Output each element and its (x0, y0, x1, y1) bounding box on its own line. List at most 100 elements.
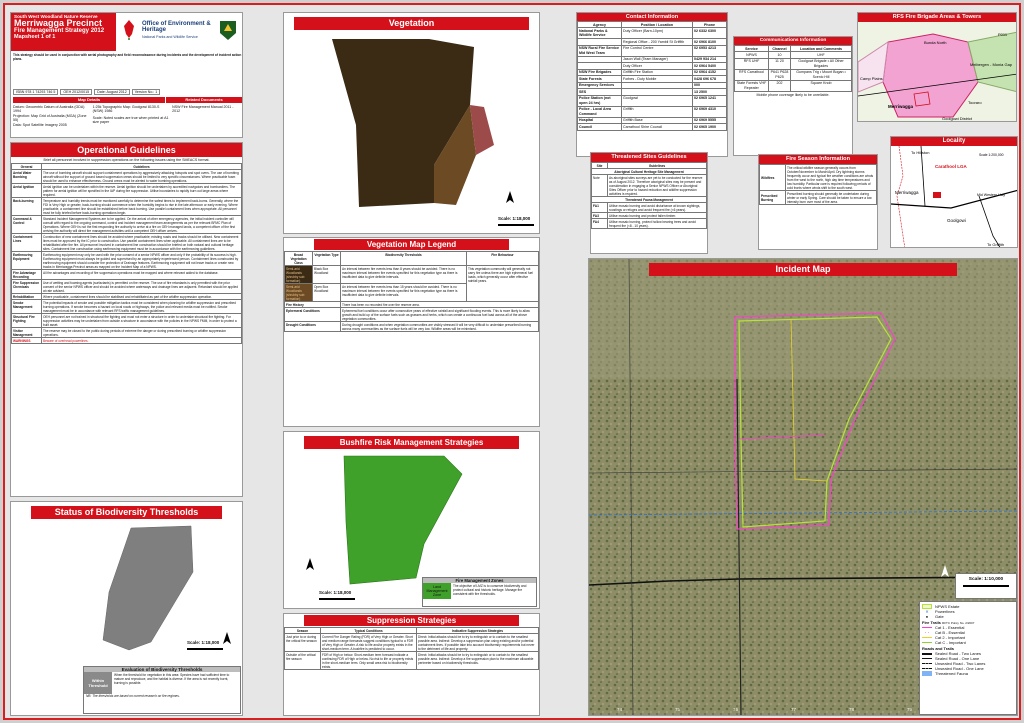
biodiversity-panel: Status of Biodiversity Thresholds Scale:… (10, 501, 243, 716)
gate-icon: ● (925, 614, 929, 619)
rfs-label: P011 (998, 32, 1008, 37)
veg-type-cell: Black Box Woodland (312, 265, 341, 284)
rfs-label: Tooraro (968, 100, 982, 105)
comms-service: State Forests VHF Repeater (734, 79, 769, 92)
suppression-row: Just prior to or during the critical fir… (284, 633, 539, 652)
threatened-rows: FA1 Utilise mosaic burning and avoid dist… (591, 202, 707, 229)
road-line (920, 146, 926, 207)
operational-key: WARNINGS (11, 337, 42, 345)
operational-value: Standard Incident Management Systems are… (41, 215, 242, 235)
ephemeral-value: Ephemeral fuel conditions occur after co… (340, 307, 539, 322)
wildfires-key: Wildfires (759, 164, 786, 191)
fire-season-panel: Fire Season Information Wildfires The cr… (758, 154, 878, 250)
datum: Datum: Geocentric Datum of Australia (GD… (13, 105, 85, 114)
contact-row: Council Carrathool Shire Council 02 6965 1… (577, 123, 727, 131)
title-block: South West Woodland Nature Reserve Merri… (10, 12, 243, 138)
veg-legend-table: Broad Vegetation Class Vegetation Type B… (284, 251, 539, 332)
rfs-map: Bunda North P011 Melbergen - Monia Gap C… (858, 22, 1016, 121)
locality-label: To Hillston (911, 150, 929, 155)
north-arrow-icon (306, 558, 314, 570)
biodiversity-title: Status of Biodiversity Thresholds (31, 506, 222, 519)
sealed1-swatch (922, 658, 932, 659)
threatened-site: FA4 (591, 218, 608, 229)
operational-value: All fire advantages and recording of fir… (41, 269, 242, 281)
catb-swatch (922, 631, 932, 634)
veg-col-class: Broad Vegetation Class (284, 251, 313, 266)
operational-row: Visitor Management The reserve may be clo… (11, 327, 242, 339)
legend-item: ● Gate (922, 614, 1014, 619)
road-line (978, 195, 1001, 247)
fmz-row: Land Management Zone The objective of LM… (423, 583, 536, 599)
projection: Projection: Map Grid of Australia (MGA) … (13, 113, 87, 123)
burning-value: Prescribed burning should generally be u… (785, 190, 877, 205)
operational-row: Back-burning Temperature and humidity tre… (11, 197, 242, 217)
rfs-label: Goolgowi District (942, 116, 973, 121)
grid-label: 75 (675, 707, 681, 712)
threatened-site: FA1 (591, 202, 608, 213)
comms-row: RFS Carrathool P641 P628 P625 Gumpans Trig… (734, 68, 852, 81)
contact-phone: 02 6332 6300 (692, 27, 727, 40)
contact-phone: 02 6969 4310 (692, 105, 727, 118)
incident-title: Incident Map (649, 263, 957, 276)
wildfires-value: The critical wildfire season generally o… (785, 164, 877, 191)
bushfire-scalebar (319, 598, 355, 600)
operational-row: Command & Control Standard Incident Manag… (11, 215, 242, 235)
veg-class-cell: Semi-arid Woodlands (shrubby sub formati… (284, 265, 313, 284)
comms-location: Square Knob (790, 79, 852, 92)
burning-key: Prescribed Burning (759, 190, 786, 205)
operational-value: OEH personnel are not trained in structu… (41, 313, 242, 329)
operational-value: Beware of overhead powerlines. (41, 337, 242, 345)
vegetation-legend-panel: Vegetation Map Legend Broad Vegetation C… (283, 237, 540, 427)
grid-label: 74 (617, 707, 623, 712)
reserve-locator (933, 192, 941, 198)
incident-scale: Scale: 1:10,000 (968, 577, 1004, 582)
locality-label: Goolgowi (947, 218, 966, 223)
comms-location: Gumpans Trig • Mount Bogan • Scenic Hill (790, 68, 852, 81)
grid-label: 79 (907, 707, 913, 712)
fire-season-title: Fire Season Information (759, 155, 877, 164)
comms-title: Communications Information (734, 37, 852, 45)
mapsheet: Mapsheet 1 of 1 (14, 34, 56, 41)
operational-value: The use of bombing aircraft should suppo… (41, 169, 242, 185)
vegetation-map (284, 35, 539, 233)
drought-key: Drought Conditions (284, 321, 341, 332)
waratah-icon (120, 18, 138, 40)
veg-col-type: Vegetation Type (312, 251, 341, 266)
version-number: Version No.: 1 (131, 89, 161, 95)
operational-key: Aerial Water Bombing (11, 169, 42, 185)
incident-scalebar (963, 585, 1009, 587)
contact-panel: Contact Information Agency Position / Lo… (576, 12, 728, 157)
bushfire-panel: Bushfire Risk Management Strategies Scal… (283, 431, 540, 609)
operational-key: Structural Fire Fighting (11, 313, 42, 329)
grid-label: 77 (791, 707, 797, 712)
unsealed2-swatch (922, 663, 932, 664)
operational-key: Fire Suppression Chemicals (11, 279, 42, 295)
threshold-polygon (102, 525, 194, 651)
comms-location: Goolgowi Brigade • All Other Brigades (790, 57, 852, 70)
map-details-col2: 1:25k Topographic Map: Goolgowi 8130-S (… (93, 105, 171, 127)
cat1-swatch (922, 626, 932, 629)
north-arrow-icon (223, 632, 231, 644)
operational-value: Earthmoving equipment may only be used w… (41, 251, 242, 271)
locality-label: Carathool LGA (935, 164, 968, 169)
operational-value: Aerial ignition can be undertaken within… (41, 183, 242, 199)
contact-phone: 02 6965 1241 (692, 94, 727, 107)
legend-item: Cat C - Important (922, 640, 1014, 645)
isbn: ISBN 978 1 74293 746 5 (13, 89, 59, 95)
locality-panel: Locality To Hillston Carathool LGA Merri… (890, 136, 1018, 248)
ephemeral-row: Ephemeral Conditions Ephemeral fuel cond… (284, 307, 539, 322)
veg-row: Semi-arid Woodlands (shrubby sub formati… (284, 265, 539, 302)
precinct-name: Merriwagga Precinct (14, 18, 103, 28)
agency-logo: Office of Environment & Heritage Nationa… (118, 15, 242, 47)
contact-position: Goolgowi (621, 94, 693, 107)
veg-legend-title: Vegetation Map Legend (314, 239, 509, 250)
contact-agency: Police Station (not open 24 hrs) (577, 94, 622, 107)
drought-value: During drought conditions and when veget… (340, 321, 539, 332)
locality-label: Mid Western Hwy (977, 193, 1005, 197)
suppression-panel: Suppression Strategies Season Typical Co… (283, 613, 540, 716)
operational-row: Aerial Ignition Aerial ignition can be un… (11, 183, 242, 199)
contact-agency: National Parks & Wildlife Service (577, 27, 622, 40)
biodiversity-scalebar (187, 648, 223, 650)
unsealed1-swatch (922, 668, 932, 669)
comms-service: RFS Carrathool (734, 68, 769, 81)
